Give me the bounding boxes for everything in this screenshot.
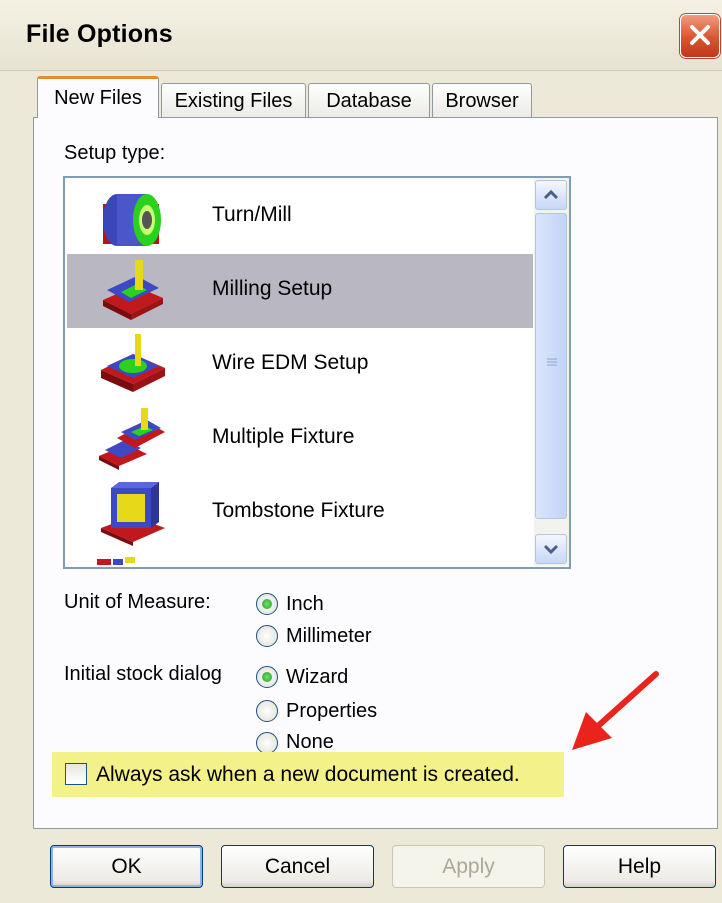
- chevron-down-icon: [543, 544, 559, 555]
- cancel-button[interactable]: Cancel: [221, 845, 374, 888]
- always-ask-label: Always ask when a new document is create…: [96, 763, 520, 786]
- partial-setup-icon: [97, 557, 135, 565]
- close-button[interactable]: [680, 14, 720, 58]
- ok-button[interactable]: OK: [50, 845, 203, 888]
- stock-properties-radio[interactable]: [256, 700, 278, 722]
- list-item-label: Tombstone Fixture: [212, 499, 385, 522]
- stock-wizard-radio[interactable]: [256, 666, 278, 688]
- unit-millimeter-label: Millimeter: [286, 625, 372, 647]
- setup-type-list[interactable]: Turn/Mill Milling Setup Wire EDM Setup M…: [63, 176, 571, 569]
- tab-new-files[interactable]: New Files: [37, 76, 159, 118]
- list-item-partial: [97, 552, 137, 565]
- tab-existing-files[interactable]: Existing Files: [161, 83, 306, 117]
- list-item-milling-setup[interactable]: Milling Setup: [67, 254, 533, 328]
- list-item-label: Wire EDM Setup: [212, 351, 369, 374]
- stock-wizard-label: Wizard: [286, 666, 349, 688]
- list-item-label: Milling Setup: [212, 277, 333, 300]
- scroll-up-button[interactable]: [535, 180, 567, 210]
- list-item-tombstone-fixture[interactable]: Tombstone Fixture: [67, 476, 533, 550]
- window-title: File Options: [26, 20, 173, 48]
- apply-button[interactable]: Apply: [392, 845, 545, 888]
- turn-mill-icon: [103, 194, 161, 246]
- help-button[interactable]: Help: [563, 845, 716, 888]
- close-icon: [690, 25, 710, 45]
- list-item-multiple-fixture[interactable]: Multiple Fixture: [67, 402, 533, 476]
- unit-inch-radio[interactable]: [256, 593, 278, 615]
- tab-database[interactable]: Database: [308, 83, 430, 117]
- stock-none-label: None: [286, 731, 334, 753]
- list-item-turn-mill[interactable]: Turn/Mill: [67, 180, 533, 254]
- initial-stock-label: Initial stock dialog: [64, 663, 222, 685]
- list-item-wire-edm-setup[interactable]: Wire EDM Setup: [67, 328, 533, 402]
- stock-properties-label: Properties: [286, 700, 378, 722]
- tab-browser[interactable]: Browser: [432, 83, 532, 117]
- milling-setup-icon: [103, 260, 163, 320]
- setup-type-label: Setup type:: [64, 142, 166, 164]
- tombstone-fixture-icon: [101, 482, 165, 546]
- stock-none-radio[interactable]: [256, 732, 278, 754]
- unit-of-measure-label: Unit of Measure:: [64, 591, 211, 613]
- multiple-fixture-icon: [99, 408, 165, 470]
- unit-millimeter-radio[interactable]: [256, 625, 278, 647]
- annotation-arrow-icon: [572, 671, 659, 750]
- scroll-thumb[interactable]: [535, 213, 567, 519]
- wire-edm-icon: [101, 334, 165, 392]
- list-scrollbar[interactable]: [534, 178, 569, 566]
- always-ask-checkbox[interactable]: [65, 763, 87, 785]
- unit-inch-label: Inch: [286, 593, 324, 615]
- grip-icon: [547, 358, 557, 366]
- chevron-up-icon: [543, 189, 559, 200]
- list-item-label: Multiple Fixture: [212, 425, 355, 448]
- title-bar: File Options: [0, 0, 722, 71]
- list-item-label: Turn/Mill: [212, 203, 292, 226]
- scroll-down-button[interactable]: [535, 534, 567, 564]
